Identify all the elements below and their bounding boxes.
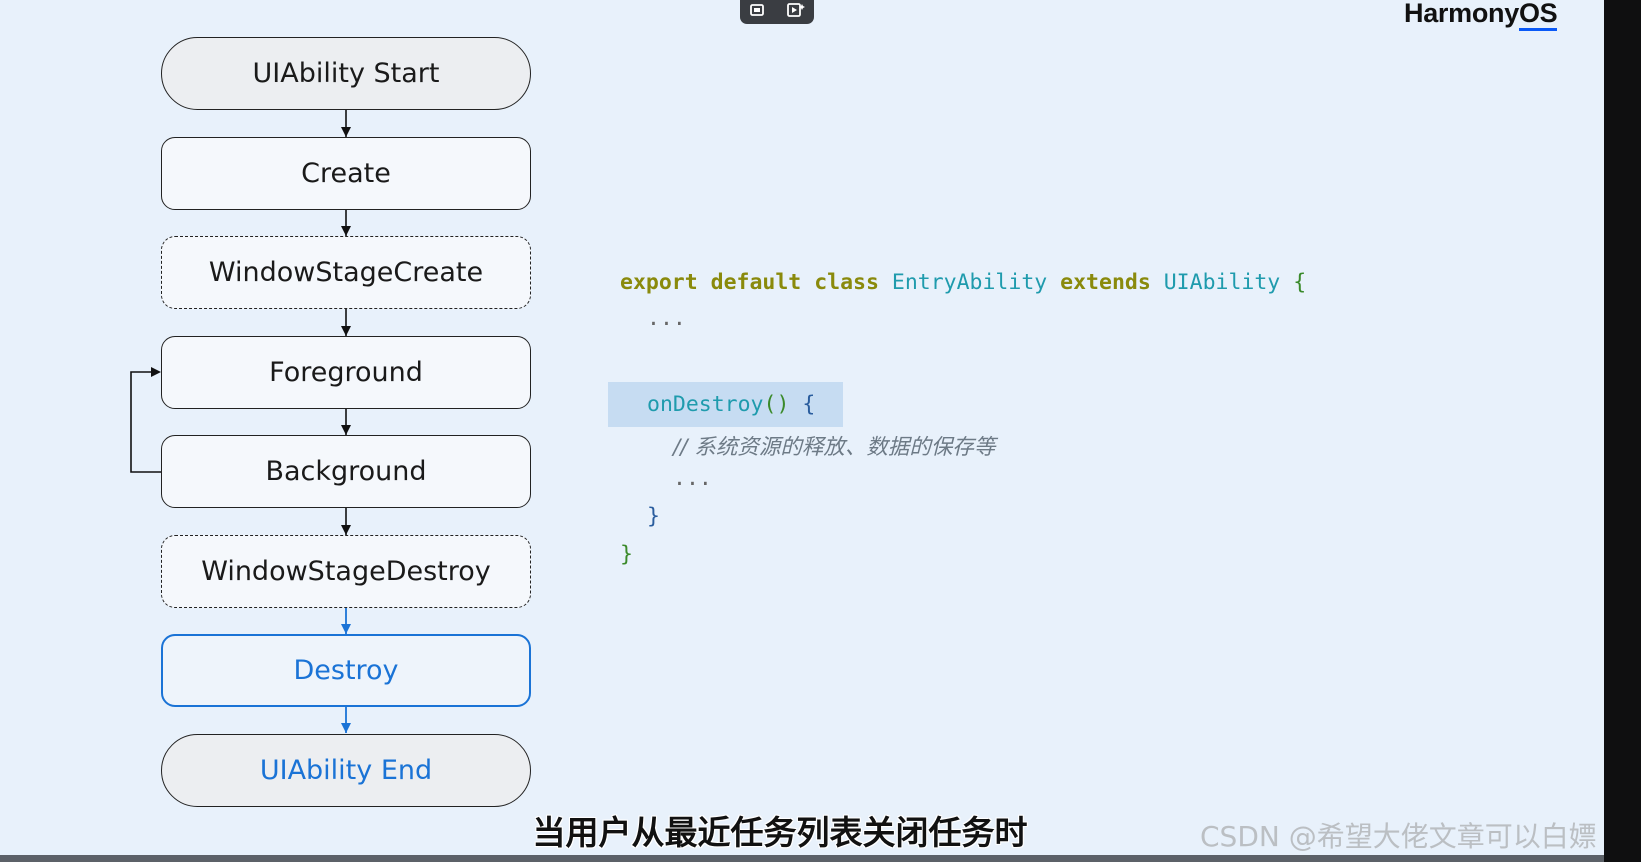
code-line-close-class: } — [620, 542, 633, 567]
code-line-ondestroy: onDestroy() { — [647, 392, 816, 417]
code-line-ellipsis-2: ... — [673, 466, 712, 491]
harmonyos-logo: HarmonyOS — [1404, 0, 1558, 31]
arrow-bg-loop-fg — [130, 371, 161, 473]
record-icon[interactable] — [786, 2, 806, 23]
node-uiability-end: UIAbility End — [161, 734, 531, 807]
node-destroy: Destroy — [161, 634, 531, 707]
code-line-close-method: } — [647, 504, 660, 529]
node-uiability-start: UIAbility Start — [161, 37, 531, 110]
code-line-comment: // 系统资源的释放、数据的保存等 — [673, 435, 996, 460]
node-foreground: Foreground — [161, 336, 531, 409]
video-side-bar — [1604, 0, 1641, 862]
screenshot-icon[interactable] — [749, 2, 769, 23]
node-window-stage-create: WindowStageCreate — [161, 236, 531, 309]
csdn-watermark: CSDN @希望大佬文章可以白嫖 — [1200, 820, 1597, 853]
node-window-stage-destroy: WindowStageDestroy — [161, 535, 531, 608]
code-line-class-decl: export default class EntryAbility extend… — [620, 270, 1307, 295]
node-background: Background — [161, 435, 531, 508]
video-controls[interactable] — [740, 0, 814, 24]
code-line-ellipsis-1: ... — [647, 306, 686, 331]
flowchart-connectors — [130, 110, 351, 733]
node-create: Create — [161, 137, 531, 210]
